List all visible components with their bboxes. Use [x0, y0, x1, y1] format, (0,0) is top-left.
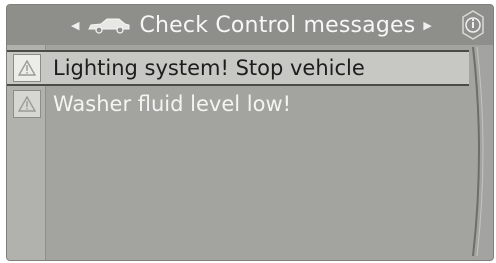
list-item-label: Washer fluid level low! [53, 92, 292, 116]
warning-triangle-icon [13, 54, 41, 82]
warning-triangle-icon [13, 90, 41, 118]
info-icon[interactable] [459, 9, 487, 41]
page-title: Check Control messages [139, 12, 416, 38]
header-content: ◀ Check Control messages ▶ [71, 10, 432, 40]
list-item-label: Lighting system! Stop vehicle [53, 56, 365, 80]
list-item[interactable]: Washer fluid level low! [7, 86, 469, 122]
arrow-left-icon[interactable]: ◀ [71, 19, 79, 32]
message-list: Lighting system! Stop vehicle Washer flu… [7, 50, 469, 122]
car-icon [88, 18, 130, 34]
check-control-screen: ◀ Check Control messages ▶ Lighting syst… [6, 4, 494, 261]
header-bar: ◀ Check Control messages ▶ [7, 5, 493, 45]
list-item[interactable]: Lighting system! Stop vehicle [7, 50, 469, 86]
scrollbar[interactable] [469, 45, 491, 258]
arrow-right-icon[interactable]: ▶ [423, 19, 431, 32]
